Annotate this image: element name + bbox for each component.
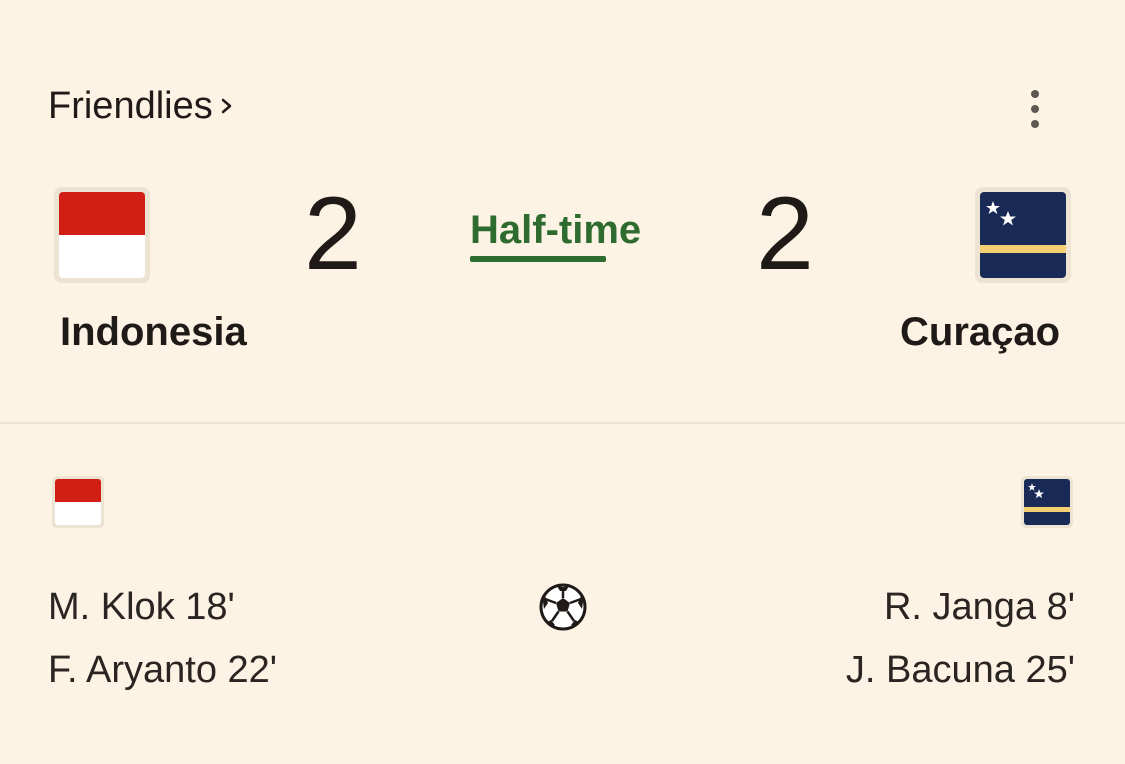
match-status[interactable]: Half-time: [470, 205, 641, 255]
curacao-flag-icon: [1021, 476, 1073, 528]
competition-link[interactable]: Friendlies: [48, 82, 233, 130]
home-team-flag[interactable]: [54, 187, 150, 283]
curacao-flag-icon: [975, 187, 1071, 283]
away-scorer[interactable]: J. Bacuna 25': [846, 646, 1075, 694]
away-team-flag[interactable]: [975, 187, 1071, 283]
home-scorer[interactable]: F. Aryanto 22': [48, 646, 277, 694]
status-progress-bar: [470, 256, 606, 262]
more-options-button[interactable]: [1015, 84, 1055, 134]
indonesia-flag-icon: [54, 187, 150, 283]
more-vertical-icon: [1031, 90, 1039, 98]
more-vertical-icon-dot: [1031, 120, 1039, 128]
home-score: 2: [304, 176, 362, 292]
away-score: 2: [756, 176, 814, 292]
away-events-flag: [1021, 476, 1073, 528]
away-scorer[interactable]: R. Janga 8': [884, 583, 1075, 631]
more-vertical-icon-dot: [1031, 105, 1039, 113]
home-team-name[interactable]: Indonesia: [60, 307, 247, 357]
away-team-name[interactable]: Curaçao: [900, 307, 1060, 357]
home-events-flag: [52, 476, 104, 528]
home-scorer[interactable]: M. Klok 18': [48, 583, 235, 631]
section-divider: [0, 422, 1125, 424]
indonesia-flag-icon: [52, 476, 104, 528]
competition-name: Friendlies: [48, 85, 213, 127]
chevron-right-icon: [221, 82, 233, 130]
soccer-ball-icon: [538, 582, 588, 632]
